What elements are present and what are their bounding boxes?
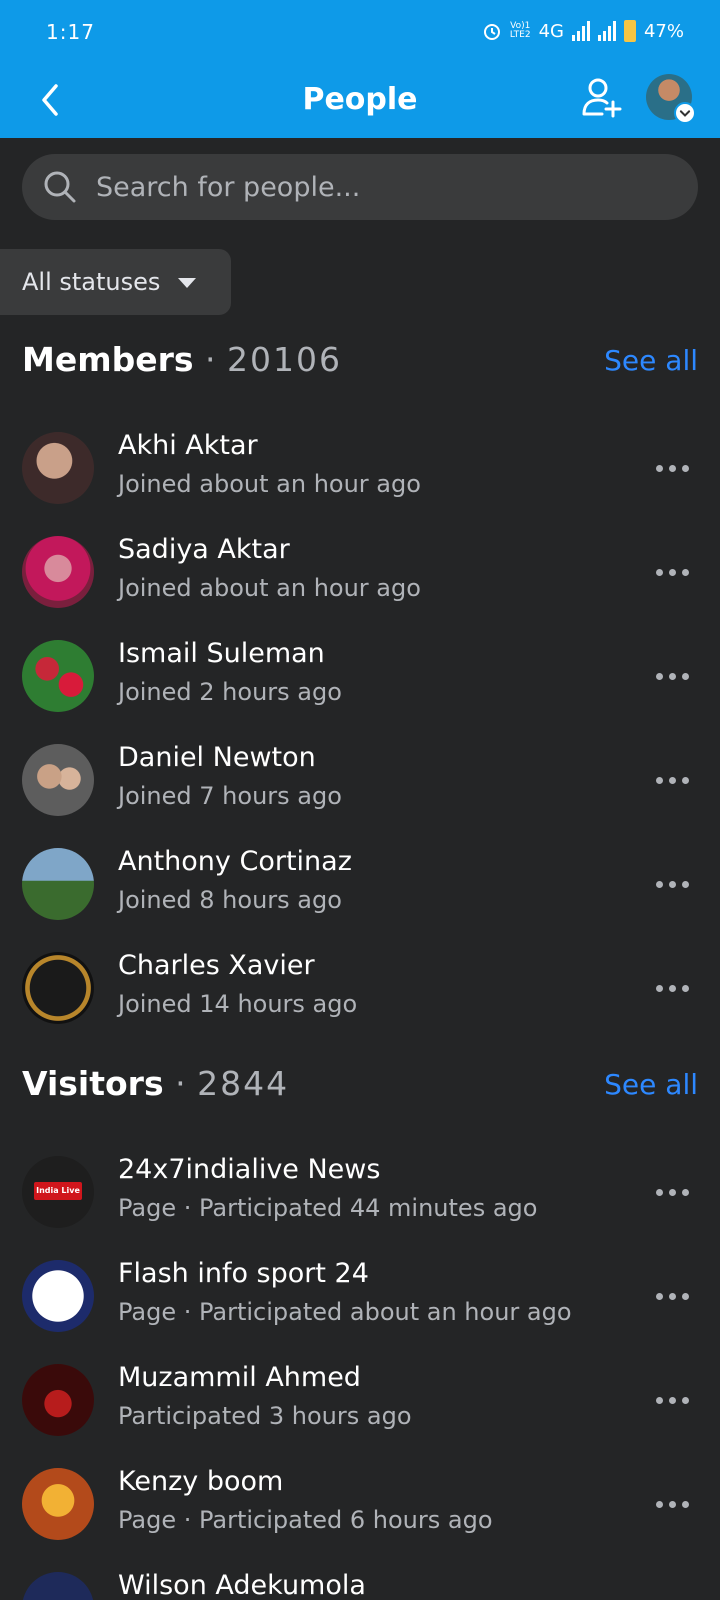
member-row[interactable]: Sadiya Aktar Joined about an hour ago: [0, 520, 720, 624]
add-person-icon[interactable]: [580, 76, 624, 120]
battery-icon: [623, 20, 636, 42]
battery-percent: 47%: [643, 20, 684, 42]
visitors-count: 2844: [197, 1064, 290, 1103]
avatar: [22, 1572, 94, 1600]
more-options-icon[interactable]: [656, 1496, 696, 1512]
visitor-name: Wilson Adekumola: [118, 1570, 366, 1600]
member-row[interactable]: Daniel Newton Joined 7 hours ago: [0, 728, 720, 832]
member-name: Ismail Suleman: [118, 638, 325, 669]
avatar: [22, 1468, 94, 1540]
member-name: Charles Xavier: [118, 950, 315, 981]
avatar: [22, 536, 94, 608]
more-options-icon[interactable]: [656, 668, 696, 684]
avatar: [22, 848, 94, 920]
visitor-row[interactable]: Flash info sport 24 Page · Participated …: [0, 1244, 720, 1348]
visitors-title: Visitors · 2844: [22, 1064, 290, 1103]
more-options-icon[interactable]: [656, 1392, 696, 1408]
avatar: [22, 1364, 94, 1436]
visitor-activity: Participated 3 hours ago: [118, 1402, 412, 1430]
avatar: India Live: [22, 1156, 94, 1228]
member-name: Daniel Newton: [118, 742, 316, 773]
top-app-bar: 1:17 Vo)1 LTE2 4G 47% People: [0, 0, 720, 138]
member-row[interactable]: Ismail Suleman Joined 2 hours ago: [0, 624, 720, 728]
more-options-icon[interactable]: [656, 1288, 696, 1304]
status-filter-dropdown[interactable]: All statuses: [0, 249, 231, 315]
visitor-row[interactable]: Muzammil Ahmed Participated 3 hours ago: [0, 1348, 720, 1452]
avatar: [22, 744, 94, 816]
search-input[interactable]: [96, 154, 656, 220]
member-name: Anthony Cortinaz: [118, 846, 352, 877]
visitor-activity: Page · Participated 44 minutes ago: [118, 1194, 538, 1222]
member-joined: Joined about an hour ago: [118, 470, 421, 498]
members-section-header: Members · 20106 See all: [22, 340, 698, 390]
search-bar[interactable]: [22, 154, 698, 220]
status-filter-label: All statuses: [22, 268, 161, 296]
volte-indicator: Vo)1 LTE2: [509, 21, 531, 40]
network-type: 4G: [538, 20, 564, 42]
more-options-icon[interactable]: [656, 876, 696, 892]
visitor-name: Flash info sport 24: [118, 1258, 369, 1289]
visitor-name: Kenzy boom: [118, 1466, 284, 1497]
avatar: [22, 1260, 94, 1332]
member-name: Akhi Aktar: [118, 430, 258, 461]
member-row[interactable]: Anthony Cortinaz Joined 8 hours ago: [0, 832, 720, 936]
more-options-icon[interactable]: [656, 772, 696, 788]
avatar: [22, 640, 94, 712]
visitor-row[interactable]: India Live 24x7indialive News Page · Par…: [0, 1140, 720, 1244]
more-options-icon[interactable]: [656, 564, 696, 580]
member-joined: Joined 14 hours ago: [118, 990, 358, 1018]
more-options-icon[interactable]: [656, 1184, 696, 1200]
visitors-section-header: Visitors · 2844 See all: [22, 1064, 698, 1114]
member-joined: Joined 7 hours ago: [118, 782, 342, 810]
avatar: [22, 432, 94, 504]
members-count: 20106: [227, 340, 343, 379]
visitors-see-all-link[interactable]: See all: [604, 1068, 698, 1101]
visitor-activity: Page · Participated about an hour ago: [118, 1298, 572, 1326]
member-row[interactable]: Charles Xavier Joined 14 hours ago: [0, 936, 720, 1040]
visitor-row[interactable]: Wilson Adekumola: [0, 1556, 720, 1600]
visitor-activity: Page · Participated 6 hours ago: [118, 1506, 493, 1534]
visitor-name: Muzammil Ahmed: [118, 1362, 361, 1393]
avatar: [22, 952, 94, 1024]
profile-avatar[interactable]: [646, 74, 696, 124]
visitor-name: 24x7indialive News: [118, 1154, 381, 1185]
signal-icon-2: [597, 21, 616, 41]
member-joined: Joined about an hour ago: [118, 574, 421, 602]
signal-icon: [571, 21, 590, 41]
navigation-bar: People: [0, 66, 720, 138]
status-bar: 1:17 Vo)1 LTE2 4G 47%: [0, 0, 720, 66]
logo-badge: India Live: [34, 1182, 82, 1200]
visitor-row[interactable]: Kenzy boom Page · Participated 6 hours a…: [0, 1452, 720, 1556]
status-icons: Vo)1 LTE2 4G 47%: [482, 20, 684, 42]
caret-down-icon: [178, 278, 197, 288]
more-options-icon[interactable]: [656, 460, 696, 476]
alarm-icon: [483, 24, 500, 40]
member-joined: Joined 2 hours ago: [118, 678, 342, 706]
member-name: Sadiya Aktar: [118, 534, 290, 565]
members-see-all-link[interactable]: See all: [604, 344, 698, 377]
chevron-down-icon: [674, 102, 696, 124]
more-options-icon[interactable]: [656, 980, 696, 996]
status-time: 1:17: [46, 20, 95, 44]
member-row[interactable]: Akhi Aktar Joined about an hour ago: [0, 416, 720, 520]
search-icon: [44, 171, 76, 203]
member-joined: Joined 8 hours ago: [118, 886, 342, 914]
members-title: Members · 20106: [22, 340, 343, 379]
